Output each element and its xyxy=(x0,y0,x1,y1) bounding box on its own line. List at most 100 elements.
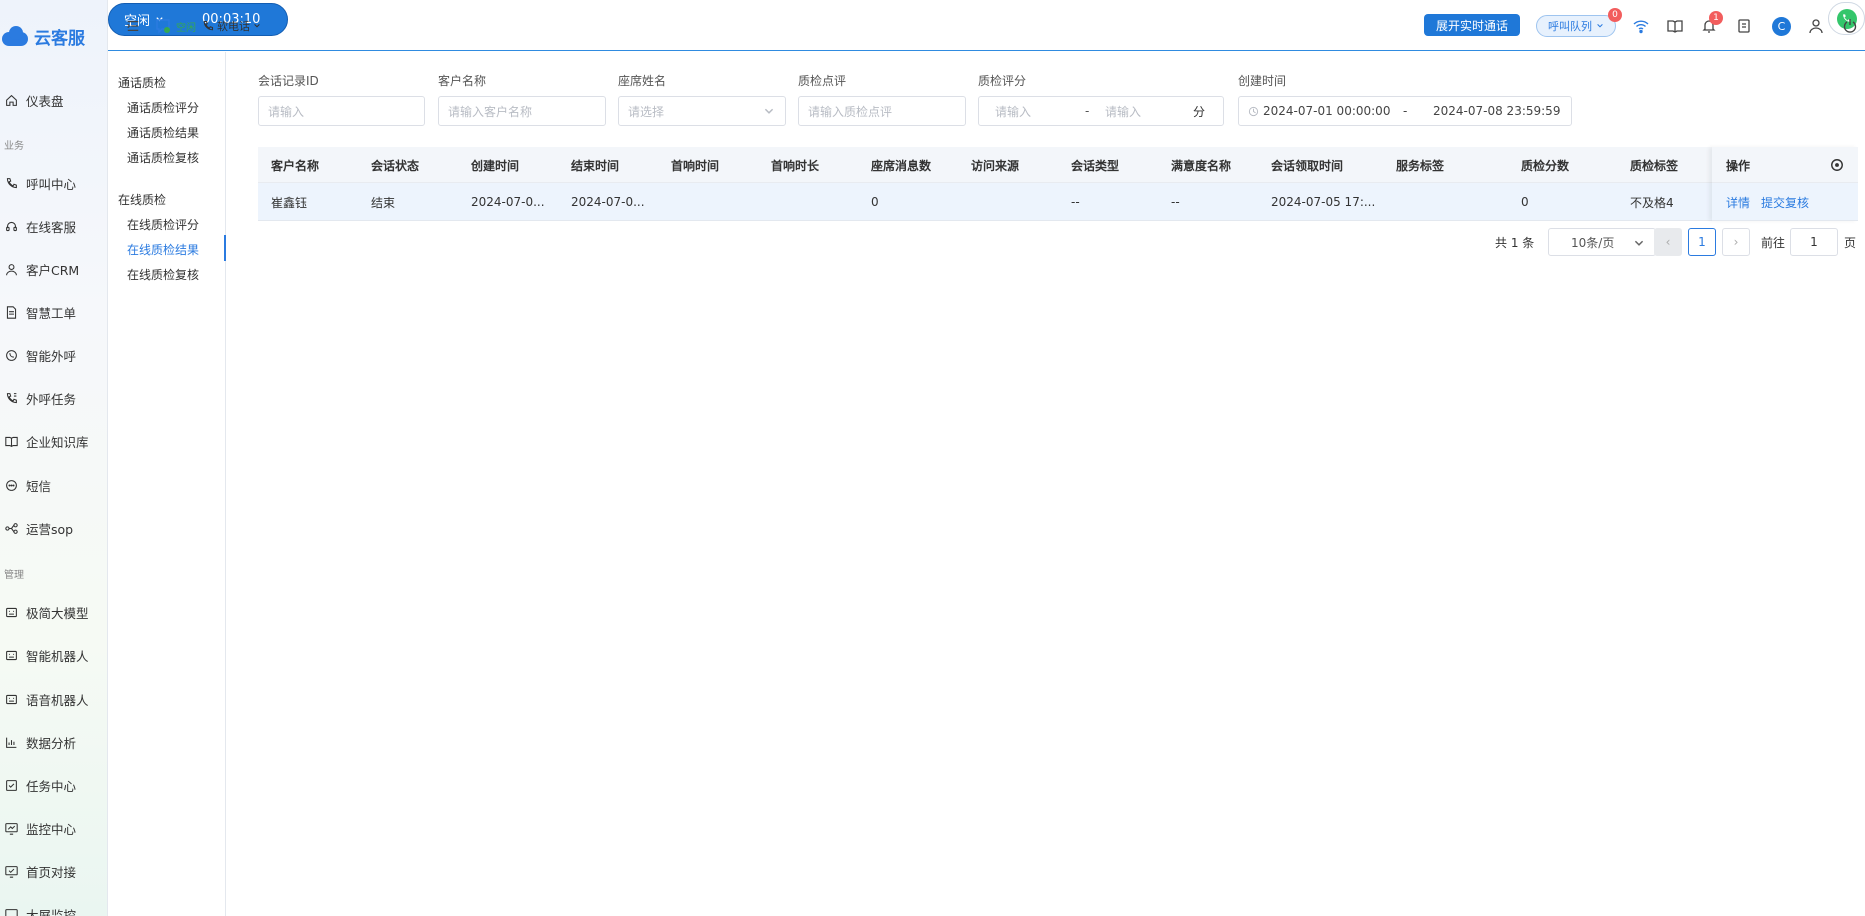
book-icon xyxy=(4,434,18,448)
column-header: 座席消息数 xyxy=(871,158,932,173)
subnav-group-call-qc: 通话质检 xyxy=(118,76,167,90)
nav-item-sop[interactable]: 运营sop xyxy=(0,518,107,538)
whatsapp-icon xyxy=(4,348,18,362)
nav-item-knowledge-base[interactable]: 企业知识库 xyxy=(0,431,107,451)
robot-icon xyxy=(4,648,18,662)
chevron-down-icon xyxy=(1634,240,1644,246)
brand-logo[interactable]: 云客服 xyxy=(0,22,85,50)
detail-link[interactable]: 详情 xyxy=(1726,183,1750,221)
nav-item-task-center[interactable]: 任务中心 xyxy=(0,775,107,795)
qc-comment-input[interactable]: 请输入质检点评 xyxy=(798,96,966,126)
subnav-item-online-qc-review[interactable]: 在线质检复核 xyxy=(127,266,199,283)
column-header: 首响时间 xyxy=(671,158,720,173)
nav-item-data-analysis[interactable]: 数据分析 xyxy=(0,732,107,752)
clipboard-icon[interactable] xyxy=(1735,17,1753,35)
created-time-range-picker[interactable]: 2024-07-01 00:00:00 - 2024-07-08 23:59:5… xyxy=(1238,96,1572,126)
queue-count-badge: 0 xyxy=(1608,8,1622,22)
nav-item-call-center[interactable]: 呼叫中心 xyxy=(0,173,107,193)
range-separator: - xyxy=(1403,104,1408,118)
nav-item-llm[interactable]: 极简大模型 xyxy=(0,602,107,622)
nav-group-management: 管理 xyxy=(4,570,24,581)
nav-item-label: 在线客服 xyxy=(26,219,77,235)
subnav-item-call-qc-review[interactable]: 通话质检复核 xyxy=(127,149,199,166)
nav-item-big-screen[interactable]: 大屏监控 xyxy=(0,904,107,916)
wifi-icon[interactable] xyxy=(1632,17,1650,35)
expand-live-call-button[interactable]: 展开实时通话 xyxy=(1424,14,1521,36)
column-header: 满意度名称 xyxy=(1171,158,1232,173)
page-number-button[interactable]: 1 xyxy=(1688,228,1716,256)
nav-item-outbound-task[interactable]: 外呼任务 xyxy=(0,388,107,408)
call-queue-button[interactable]: 呼叫队列 xyxy=(1536,15,1616,37)
subnav-item-call-qc-score[interactable]: 通话质检评分 xyxy=(127,99,199,116)
column-header: 质检标签 xyxy=(1630,158,1679,173)
placeholder-text: 请输入 xyxy=(268,104,305,119)
goto-label: 前往 xyxy=(1761,235,1786,250)
actions-column: 操作 详情 提交复核 xyxy=(1712,147,1858,221)
nav-item-label: 任务中心 xyxy=(26,778,77,794)
nav-item-label: 外呼任务 xyxy=(26,391,77,407)
monitor-check-icon xyxy=(4,864,18,878)
screen-icon xyxy=(4,907,18,916)
menu-collapse-icon[interactable] xyxy=(126,3,140,49)
filter-label-session-id: 会话记录ID xyxy=(258,74,319,88)
filter-label-created-time: 创建时间 xyxy=(1238,74,1287,88)
subnav-item-online-qc-result[interactable]: 在线质检结果 xyxy=(127,241,199,258)
status-chat-icon[interactable] xyxy=(154,3,172,49)
nav-item-label: 极简大模型 xyxy=(26,605,89,621)
subnav-item-online-qc-score[interactable]: 在线质检评分 xyxy=(127,216,199,233)
score-min-input[interactable]: 请输入 xyxy=(995,103,1085,120)
nav-item-crm[interactable]: 客户CRM xyxy=(0,259,107,279)
nav-item-home-integration[interactable]: 首页对接 xyxy=(0,861,107,881)
placeholder-text: 请输入质检点评 xyxy=(808,104,893,119)
nav-item-work-order[interactable]: 智慧工单 xyxy=(0,302,107,322)
goto-page-input[interactable]: 1 xyxy=(1790,228,1838,256)
nav-item-online-service[interactable]: 在线客服 xyxy=(0,216,107,236)
user-icon[interactable] xyxy=(1807,17,1825,35)
monitor-icon xyxy=(4,821,18,835)
call-queue-label: 呼叫队列 xyxy=(1548,20,1592,33)
book-icon[interactable] xyxy=(1666,17,1684,35)
actions-header: 操作 xyxy=(1712,147,1858,183)
column-header: 会话类型 xyxy=(1071,158,1120,173)
table-header: 客户名称 会话状态 创建时间 结束时间 首响时间 首响时长 座席消息数 访问来源… xyxy=(258,147,1858,183)
nav-item-label: 运营sop xyxy=(26,521,74,537)
submit-review-link[interactable]: 提交复核 xyxy=(1761,183,1809,221)
column-header: 操作 xyxy=(1726,158,1751,173)
score-max-input[interactable]: 请输入 xyxy=(1105,103,1189,120)
settings-gear-icon[interactable] xyxy=(1830,158,1844,172)
customer-name-input[interactable]: 请输入客户名称 xyxy=(438,96,606,126)
prev-page-button[interactable]: ‹ xyxy=(1654,228,1682,256)
page-size-select[interactable]: 10条/页 xyxy=(1548,228,1656,256)
nav-item-label: 仪表盘 xyxy=(26,93,64,109)
avatar[interactable]: C xyxy=(1772,17,1791,36)
nav-item-smart-outbound[interactable]: 智能外呼 xyxy=(0,345,107,365)
filter-label-agent-name: 座席姓名 xyxy=(618,74,667,88)
subnav-item-call-qc-result[interactable]: 通话质检结果 xyxy=(127,124,199,141)
column-header: 结束时间 xyxy=(571,158,620,173)
column-header: 客户名称 xyxy=(271,158,320,173)
nav-item-smart-robot[interactable]: 智能机器人 xyxy=(0,645,107,665)
placeholder-text: 请选择 xyxy=(628,104,665,119)
robot-icon xyxy=(4,605,18,619)
nav-group-business: 业务 xyxy=(4,141,24,152)
end-date-input[interactable]: 2024-07-08 23:59:59 xyxy=(1433,104,1560,118)
filter-label-qc-comment: 质检点评 xyxy=(798,74,847,88)
filter-label-customer-name: 客户名称 xyxy=(438,74,487,88)
agent-name-select[interactable]: 请选择 xyxy=(618,96,786,126)
page-suffix: 页 xyxy=(1844,235,1857,250)
power-icon[interactable] xyxy=(1841,17,1859,35)
start-date-input[interactable]: 2024-07-01 00:00:00 xyxy=(1263,104,1403,118)
nav-item-label: 首页对接 xyxy=(26,864,77,880)
nav-item-monitor-center[interactable]: 监控中心 xyxy=(0,818,107,838)
column-header: 首响时长 xyxy=(771,158,820,173)
qc-score-range[interactable]: 请输入 - 请输入 分 xyxy=(978,96,1224,126)
next-page-button[interactable]: › xyxy=(1722,228,1750,256)
nav-item-voice-robot[interactable]: 语音机器人 xyxy=(0,689,107,709)
pagination-total: 共 1 条 xyxy=(1495,235,1535,250)
session-id-input[interactable]: 请输入 xyxy=(258,96,425,126)
table-row[interactable]: 崔鑫钰 结束 2024-07-0... 2024-07-0... 0 -- --… xyxy=(258,183,1858,221)
nav-item-sms[interactable]: 短信 xyxy=(0,475,107,495)
nav-item-label: 智慧工单 xyxy=(26,305,77,321)
nav-item-dashboard[interactable]: 仪表盘 xyxy=(0,90,107,110)
softphone-dropdown[interactable]: 软电话 xyxy=(202,3,261,49)
